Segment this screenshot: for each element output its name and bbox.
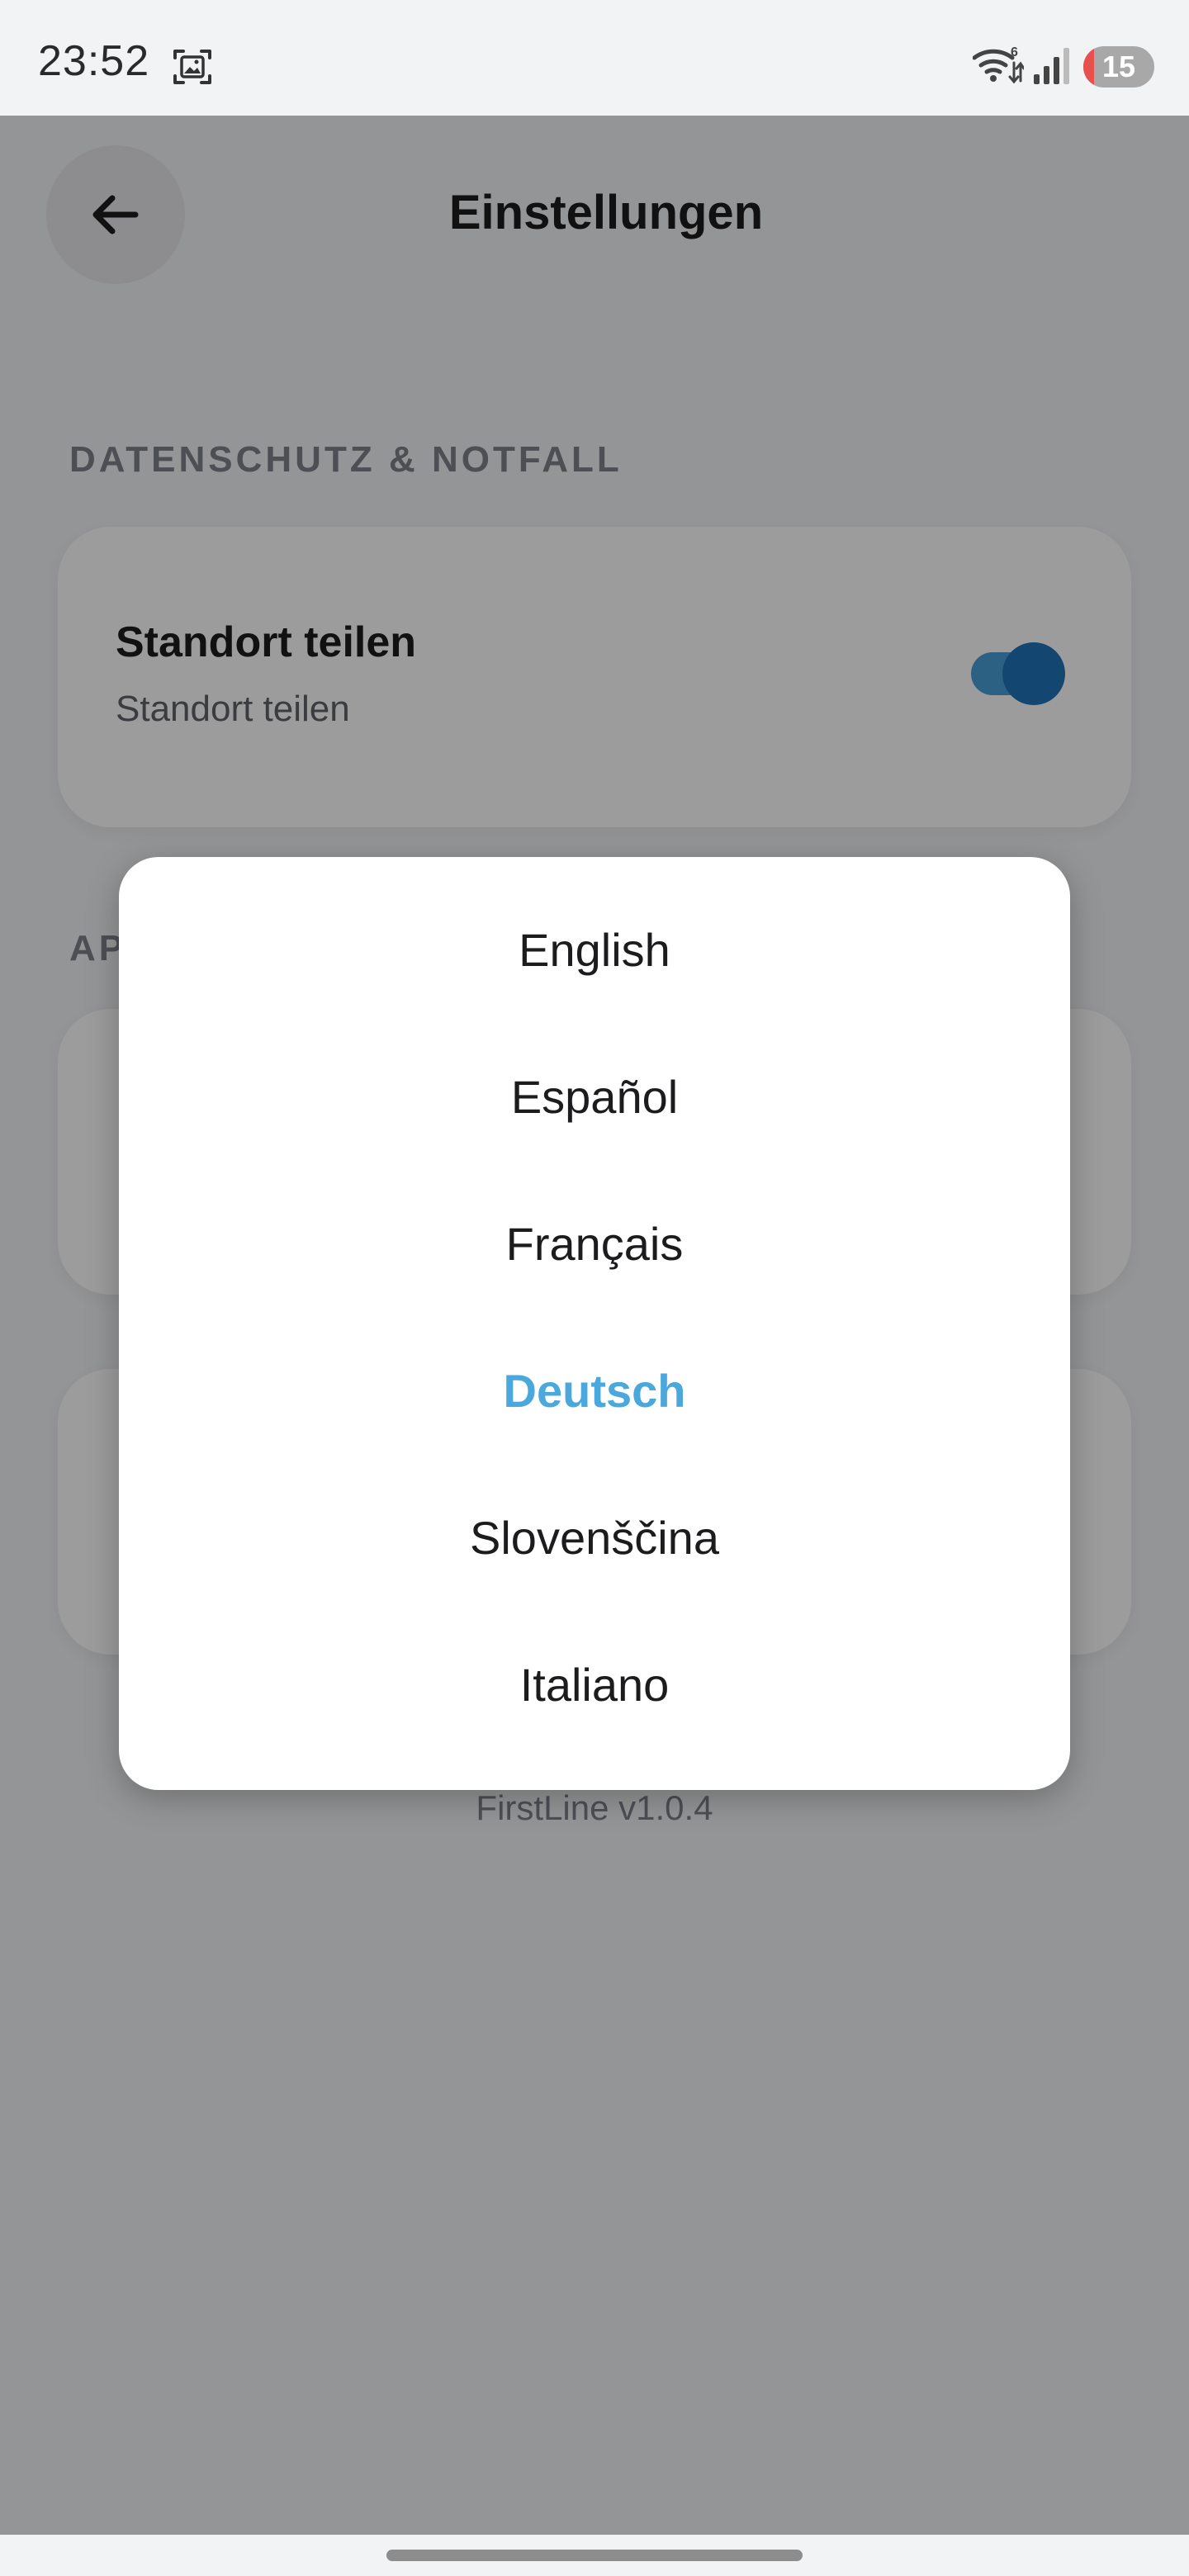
language-option-italian[interactable]: Italiano xyxy=(119,1612,1070,1759)
wifi-badge: 6 xyxy=(1011,45,1018,59)
language-option-french[interactable]: Français xyxy=(119,1171,1070,1318)
language-option-spanish[interactable]: Español xyxy=(119,1024,1070,1171)
battery-indicator: 15 xyxy=(1083,46,1154,88)
language-option-english[interactable]: English xyxy=(119,877,1070,1024)
cellular-signal-icon xyxy=(1034,48,1069,84)
screenshot-icon xyxy=(173,50,211,84)
home-indicator[interactable] xyxy=(386,2550,803,2561)
status-time: 23:52 xyxy=(38,37,150,85)
status-bar: 23:52 6 15 xyxy=(0,0,1189,116)
system-nav-bar xyxy=(0,2535,1189,2576)
language-option-german[interactable]: Deutsch xyxy=(119,1318,1070,1465)
language-option-slovenian[interactable]: Slovenščina xyxy=(119,1465,1070,1612)
language-picker-dialog: English Español Français Deutsch Slovenš… xyxy=(119,857,1070,1790)
battery-level: 15 xyxy=(1101,50,1136,83)
wifi-icon: 6 xyxy=(973,45,1024,84)
